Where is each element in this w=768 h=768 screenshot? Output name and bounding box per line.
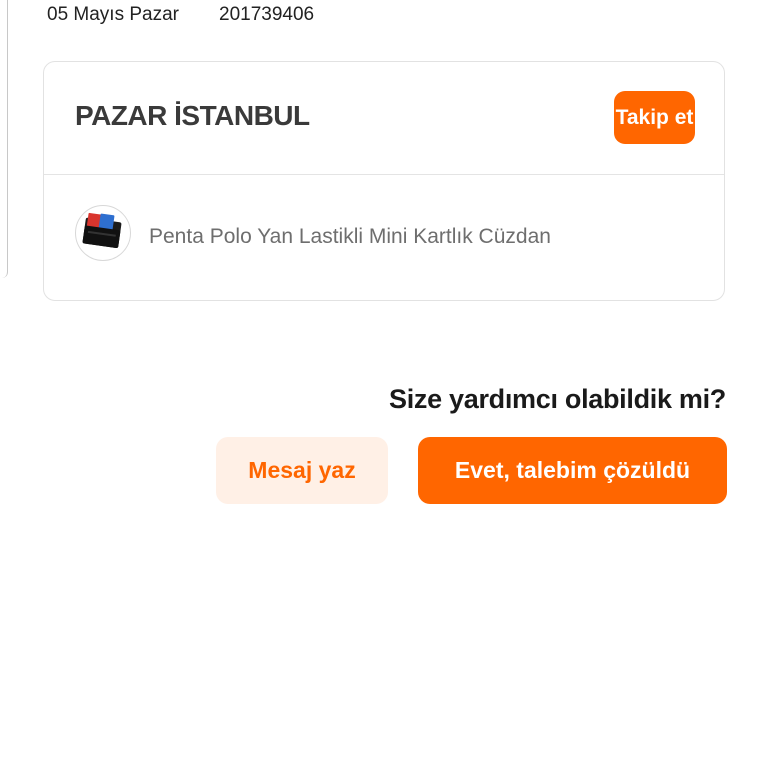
order-info-row: 05 Mayıs Pazar 201739406 (47, 2, 314, 28)
request-resolved-button[interactable]: Evet, talebim çözüldü (418, 437, 727, 504)
store-card: PAZAR İSTANBUL Takip et Penta Polo Yan L… (43, 61, 725, 301)
store-header: PAZAR İSTANBUL Takip et (44, 62, 724, 175)
help-question: Size yardımcı olabildik mi? (388, 384, 726, 414)
wallet-thumbnail-graphic (82, 212, 122, 248)
product-name: Penta Polo Yan Lastikli Mini Kartlık Cüz… (149, 225, 551, 248)
product-item[interactable]: Penta Polo Yan Lastikli Mini Kartlık Cüz… (44, 175, 724, 300)
send-message-button[interactable]: Mesaj yaz (216, 437, 388, 504)
left-panel-edge (0, 0, 8, 278)
order-number: 201739406 (219, 4, 315, 25)
wallet-icon (75, 205, 131, 261)
store-name: PAZAR İSTANBUL (75, 100, 310, 131)
help-page: 05 Mayıs Pazar 201739406 PAZAR İSTANBUL … (0, 0, 768, 768)
order-date: 05 Mayıs Pazar (47, 4, 179, 25)
follow-button[interactable]: Takip et (614, 91, 695, 144)
